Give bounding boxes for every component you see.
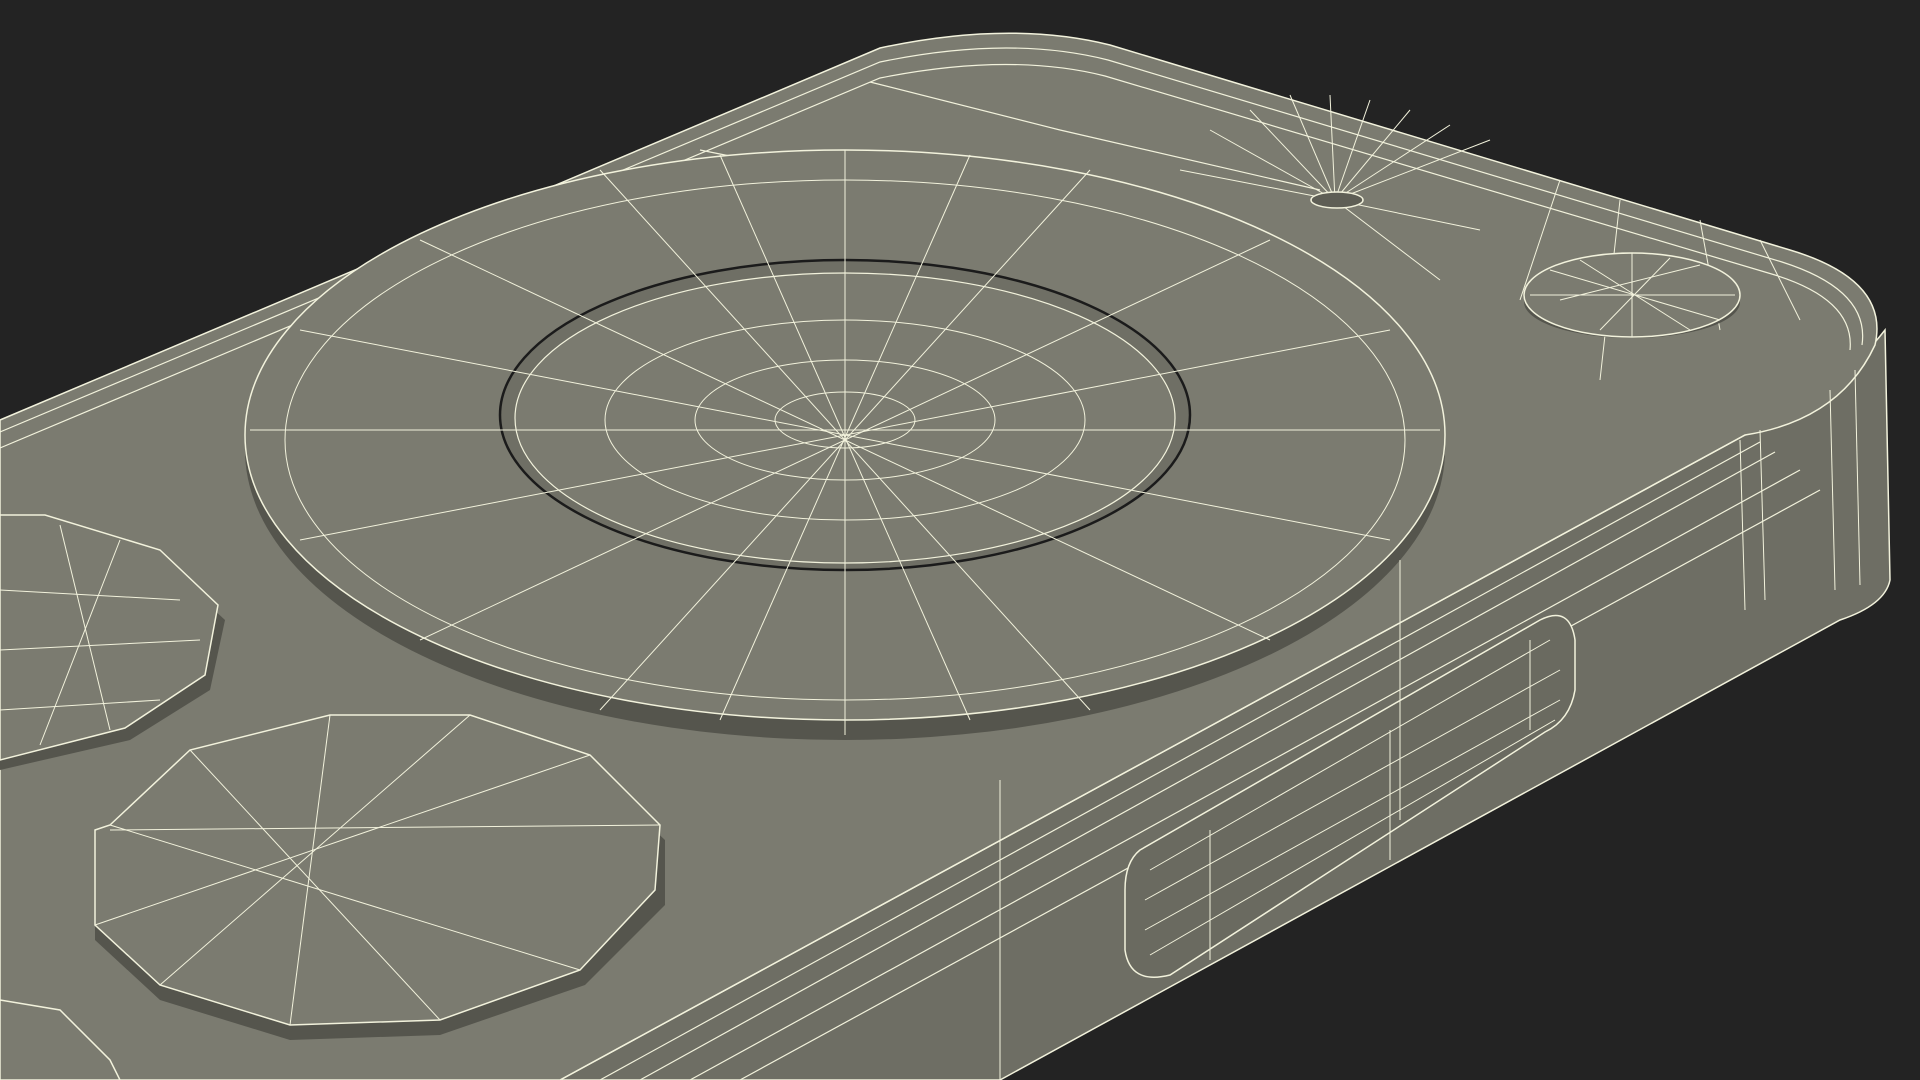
wireframe-render: [0, 32, 1891, 1080]
render-viewport: [0, 0, 1920, 1080]
camera-ring-large: [244, 149, 1446, 740]
flash-ring: [1523, 252, 1741, 338]
mic-hole: [1310, 191, 1364, 209]
